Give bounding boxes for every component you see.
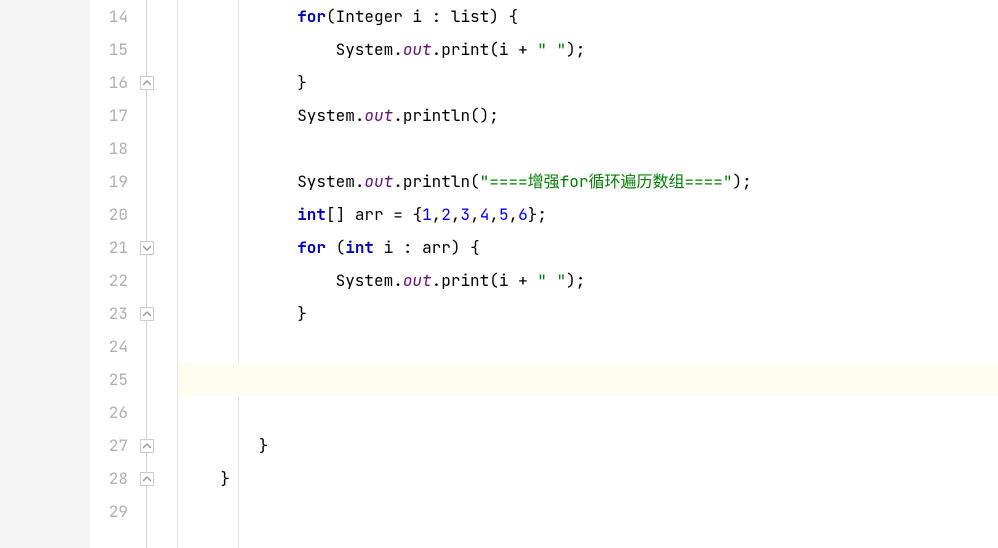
fold-column: [136, 0, 178, 548]
fold-close-icon[interactable]: [140, 472, 154, 486]
code-line[interactable]: int[] arr = {1,2,3,4,5,6};: [178, 198, 998, 231]
line-number: 21: [90, 231, 128, 264]
code-line[interactable]: System.out.println("====增强for循环遍历数组===="…: [178, 165, 998, 198]
line-number: 25: [90, 363, 128, 396]
code-line[interactable]: System.out.print(i + " ");: [178, 264, 998, 297]
editor-gutter: 14151617181920212223242526272829: [90, 0, 178, 548]
line-number: 27: [90, 429, 128, 462]
line-number: 24: [90, 330, 128, 363]
code-line[interactable]: [178, 330, 998, 363]
fold-open-icon[interactable]: [140, 241, 154, 255]
line-number: 23: [90, 297, 128, 330]
editor-left-margin: [0, 0, 90, 548]
line-number: 14: [90, 0, 128, 33]
code-line[interactable]: for (int i : arr) {: [178, 231, 998, 264]
line-number: 28: [90, 462, 128, 495]
code-line[interactable]: [178, 363, 998, 396]
code-line[interactable]: [178, 132, 998, 165]
code-line[interactable]: [178, 495, 998, 528]
code-editor-area[interactable]: for(Integer i : list) { System.out.print…: [178, 0, 998, 548]
line-number: 26: [90, 396, 128, 429]
line-number: 20: [90, 198, 128, 231]
line-number: 22: [90, 264, 128, 297]
code-line[interactable]: System.out.print(i + " ");: [178, 33, 998, 66]
code-line[interactable]: }: [178, 462, 998, 495]
code-line[interactable]: [178, 396, 998, 429]
code-line[interactable]: }: [178, 429, 998, 462]
line-number: 17: [90, 99, 128, 132]
line-number: 15: [90, 33, 128, 66]
fold-close-icon[interactable]: [140, 76, 154, 90]
line-number: 16: [90, 66, 128, 99]
fold-close-icon[interactable]: [140, 307, 154, 321]
fold-close-icon[interactable]: [140, 439, 154, 453]
code-line[interactable]: for(Integer i : list) {: [178, 0, 998, 33]
code-line[interactable]: }: [178, 66, 998, 99]
line-number: 19: [90, 165, 128, 198]
line-number: 29: [90, 495, 128, 528]
code-line[interactable]: System.out.println();: [178, 99, 998, 132]
line-numbers-column: 14151617181920212223242526272829: [90, 0, 136, 548]
line-number: 18: [90, 132, 128, 165]
code-line[interactable]: }: [178, 297, 998, 330]
